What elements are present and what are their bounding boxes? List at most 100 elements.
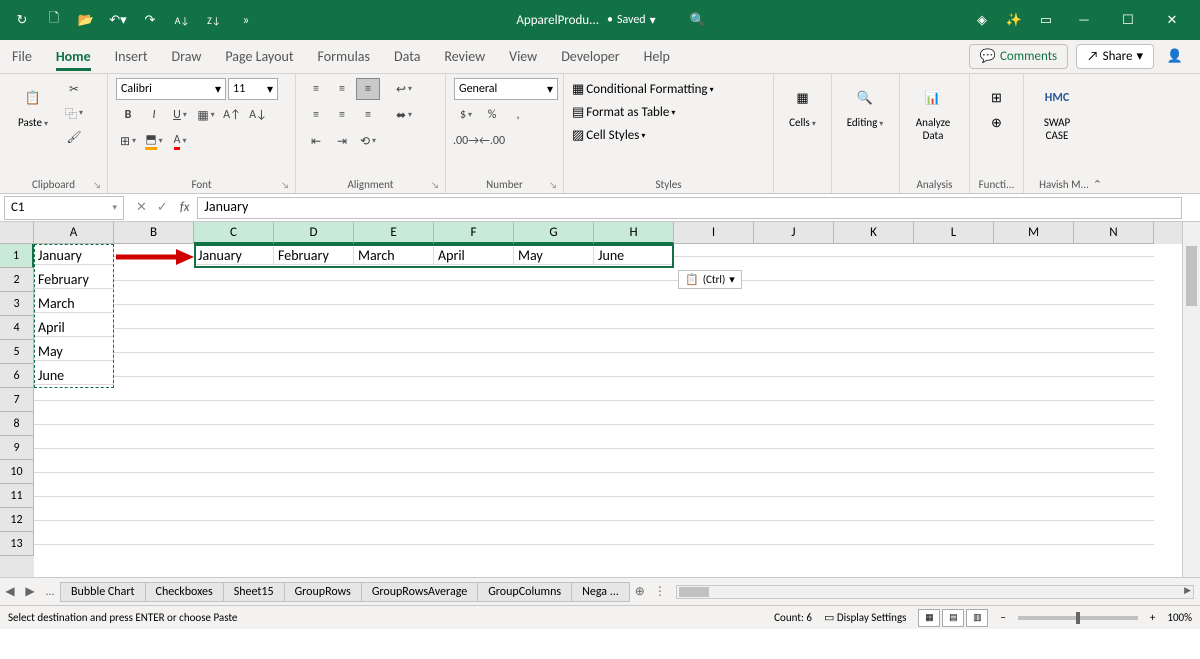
cell[interactable]: March <box>34 295 114 313</box>
cell[interactable]: May <box>514 247 594 265</box>
cell[interactable] <box>514 544 594 545</box>
font-color-button[interactable]: A <box>168 130 192 152</box>
cell[interactable] <box>34 472 114 473</box>
cancel-formula-icon[interactable]: ✕ <box>136 200 147 215</box>
row-header[interactable]: 6 <box>0 364 34 388</box>
cell[interactable] <box>434 520 514 521</box>
minimize-button[interactable]: — <box>1064 0 1104 40</box>
sheet-nav-next[interactable]: ▶ <box>20 584 40 599</box>
cell[interactable] <box>674 352 754 353</box>
cell[interactable] <box>434 280 514 281</box>
cell[interactable] <box>434 304 514 305</box>
cell[interactable] <box>994 352 1074 353</box>
cell[interactable] <box>674 472 754 473</box>
cell[interactable] <box>34 520 114 521</box>
column-header[interactable]: E <box>354 222 434 244</box>
tab-data[interactable]: Data <box>394 42 420 71</box>
cell[interactable]: June <box>34 367 114 385</box>
cell[interactable] <box>594 544 674 545</box>
cell[interactable] <box>114 424 194 425</box>
decrease-font-button[interactable]: A↓ <box>246 104 270 126</box>
cell[interactable] <box>194 472 274 473</box>
cell[interactable] <box>834 400 914 401</box>
paste-button[interactable]: 📋 Paste <box>8 78 58 133</box>
comments-button[interactable]: 💬 Comments <box>969 44 1068 69</box>
align-bottom-button[interactable]: ≡ <box>356 78 380 100</box>
cell[interactable]: April <box>434 247 514 265</box>
cell[interactable] <box>1074 328 1154 329</box>
percent-button[interactable]: % <box>480 104 504 126</box>
copy-icon[interactable]: ⿻ <box>62 102 86 124</box>
sheet-nav-more[interactable]: … <box>40 585 60 599</box>
cell[interactable] <box>114 448 194 449</box>
cell[interactable]: May <box>34 343 114 361</box>
tab-help[interactable]: Help <box>644 42 670 71</box>
cell[interactable] <box>434 400 514 401</box>
cell[interactable] <box>994 376 1074 377</box>
cell[interactable] <box>354 448 434 449</box>
borders-menu[interactable]: ⊞ <box>116 130 140 152</box>
cell[interactable] <box>834 472 914 473</box>
dialog-launcher-icon[interactable]: ↘ <box>431 180 439 191</box>
cell[interactable] <box>274 280 354 281</box>
row-header[interactable]: 3 <box>0 292 34 316</box>
cell[interactable] <box>754 472 834 473</box>
row-header[interactable]: 13 <box>0 532 34 556</box>
cell[interactable] <box>754 256 834 257</box>
cell[interactable] <box>674 424 754 425</box>
cell[interactable] <box>194 448 274 449</box>
tab-review[interactable]: Review <box>444 42 485 71</box>
cell[interactable] <box>274 376 354 377</box>
cell[interactable] <box>834 280 914 281</box>
cell[interactable] <box>274 544 354 545</box>
cell[interactable] <box>274 304 354 305</box>
conditional-formatting-button[interactable]: ▦ Conditional Formatting ▾ <box>572 82 714 97</box>
zoom-level[interactable]: 100% <box>1167 611 1192 624</box>
cell[interactable] <box>274 520 354 521</box>
account-icon[interactable]: 👤 <box>1162 44 1188 70</box>
cell[interactable] <box>914 304 994 305</box>
cell[interactable]: March <box>354 247 434 265</box>
formula-bar[interactable]: January <box>197 197 1182 219</box>
dialog-launcher-icon[interactable]: ↘ <box>93 180 101 191</box>
increase-decimal-button[interactable]: .00→ <box>454 130 478 152</box>
cell[interactable] <box>114 520 194 521</box>
addin-button[interactable]: ⊞⊕ <box>978 78 1015 135</box>
name-box[interactable]: C1▾ <box>4 196 124 220</box>
cell[interactable] <box>354 328 434 329</box>
cell[interactable] <box>114 280 194 281</box>
cell[interactable]: April <box>34 319 114 337</box>
dialog-launcher-icon[interactable]: ↘ <box>549 180 557 191</box>
cell[interactable] <box>914 400 994 401</box>
cell[interactable] <box>114 304 194 305</box>
cell[interactable] <box>354 472 434 473</box>
cell[interactable] <box>194 280 274 281</box>
select-all-corner[interactable] <box>0 222 34 244</box>
cell-styles-button[interactable]: ▨ Cell Styles ▾ <box>572 128 645 143</box>
sheet-tab[interactable]: GroupRowsAverage <box>361 582 478 602</box>
comma-button[interactable]: , <box>506 104 530 126</box>
cell[interactable] <box>834 496 914 497</box>
sort-asc-icon[interactable]: A↓ <box>168 6 196 34</box>
align-right-button[interactable]: ≡ <box>356 104 380 126</box>
sheet-tab[interactable]: GroupRows <box>284 582 362 602</box>
diamond-icon[interactable]: ◈ <box>968 6 996 34</box>
cell[interactable] <box>994 544 1074 545</box>
wrap-text-button[interactable]: ↩ <box>392 78 416 100</box>
new-file-icon[interactable]: 🗋 <box>40 6 68 34</box>
cell[interactable] <box>514 424 594 425</box>
new-sheet-button[interactable]: ⊕ <box>630 584 650 599</box>
column-header[interactable]: G <box>514 222 594 244</box>
spreadsheet-grid[interactable]: ABCDEFGHIJKLMN 12345678910111213 January… <box>0 222 1200 577</box>
cell[interactable] <box>754 280 834 281</box>
coming-soon-icon[interactable]: ✨ <box>1000 6 1028 34</box>
cell[interactable] <box>834 424 914 425</box>
cell[interactable] <box>834 376 914 377</box>
analyze-data-button[interactable]: 📊Analyze Data <box>908 78 958 146</box>
cell[interactable] <box>674 328 754 329</box>
cell[interactable] <box>114 376 194 377</box>
cell[interactable] <box>914 256 994 257</box>
cell[interactable]: February <box>34 271 114 289</box>
column-header[interactable]: A <box>34 222 114 244</box>
bold-button[interactable]: B <box>116 104 140 126</box>
